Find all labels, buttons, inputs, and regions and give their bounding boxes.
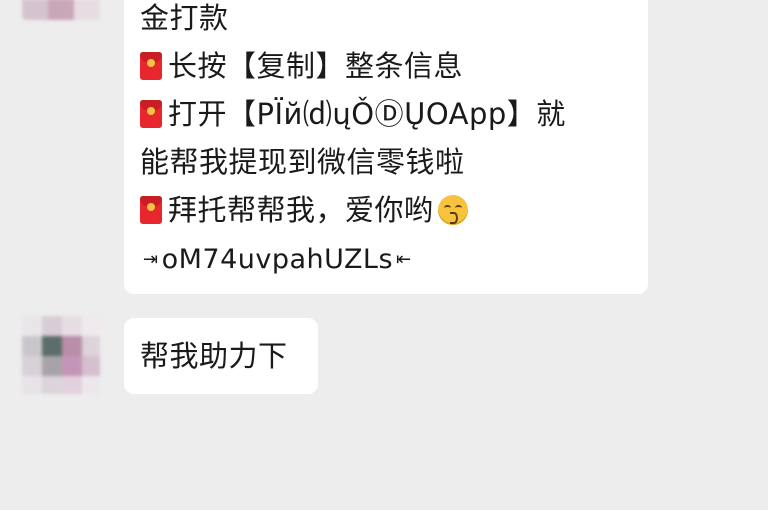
right-arrow-to-bar-icon: ⇥	[143, 249, 159, 270]
left-arrow-to-bar-icon: ⇤	[396, 249, 412, 270]
message-text: 拜托帮帮我，爱你哟	[168, 193, 434, 227]
red-envelope-icon	[140, 100, 162, 128]
red-envelope-icon	[140, 196, 162, 224]
message-bubble[interactable]: 帮我助力下	[124, 318, 318, 394]
message-text: 能帮我提现到微信零钱啦	[140, 145, 465, 179]
message-text: 长按【复制】整条信息	[168, 49, 464, 83]
message-line: 能帮我提现到微信零钱啦	[140, 144, 465, 180]
message-text: 帮我助力下	[140, 339, 288, 373]
message-line: 帮我助力下	[140, 338, 288, 374]
message-bubble[interactable]: 金打款 长按【复制】整条信息 打开【PÏй⒟ųǑⒹŲOApp】就 能帮我提现到微…	[124, 0, 648, 294]
message-text: 打开【PÏй⒟ųǑⒹŲOApp】就	[168, 97, 566, 131]
red-envelope-icon	[140, 52, 162, 80]
chat-area: 金打款 长按【复制】整条信息 打开【PÏй⒟ųǑⒹŲOApp】就 能帮我提现到微…	[0, 0, 768, 510]
share-code-text: oM74uvpahUZLs	[161, 244, 394, 275]
message-text: 金打款	[140, 1, 229, 35]
sender-avatar[interactable]	[22, 316, 100, 394]
message-line: 打开【PÏй⒟ųǑⒹŲOApp】就	[140, 96, 566, 132]
message-line: 拜托帮帮我，爱你哟	[140, 192, 468, 228]
sender-avatar[interactable]	[22, 0, 100, 20]
share-code[interactable]: ⇥ oM74uvpahUZLs ⇤	[140, 242, 415, 278]
message-line: 金打款	[140, 0, 229, 36]
message-line: 长按【复制】整条信息	[140, 48, 463, 84]
kissing-face-emoji-icon	[437, 195, 468, 225]
